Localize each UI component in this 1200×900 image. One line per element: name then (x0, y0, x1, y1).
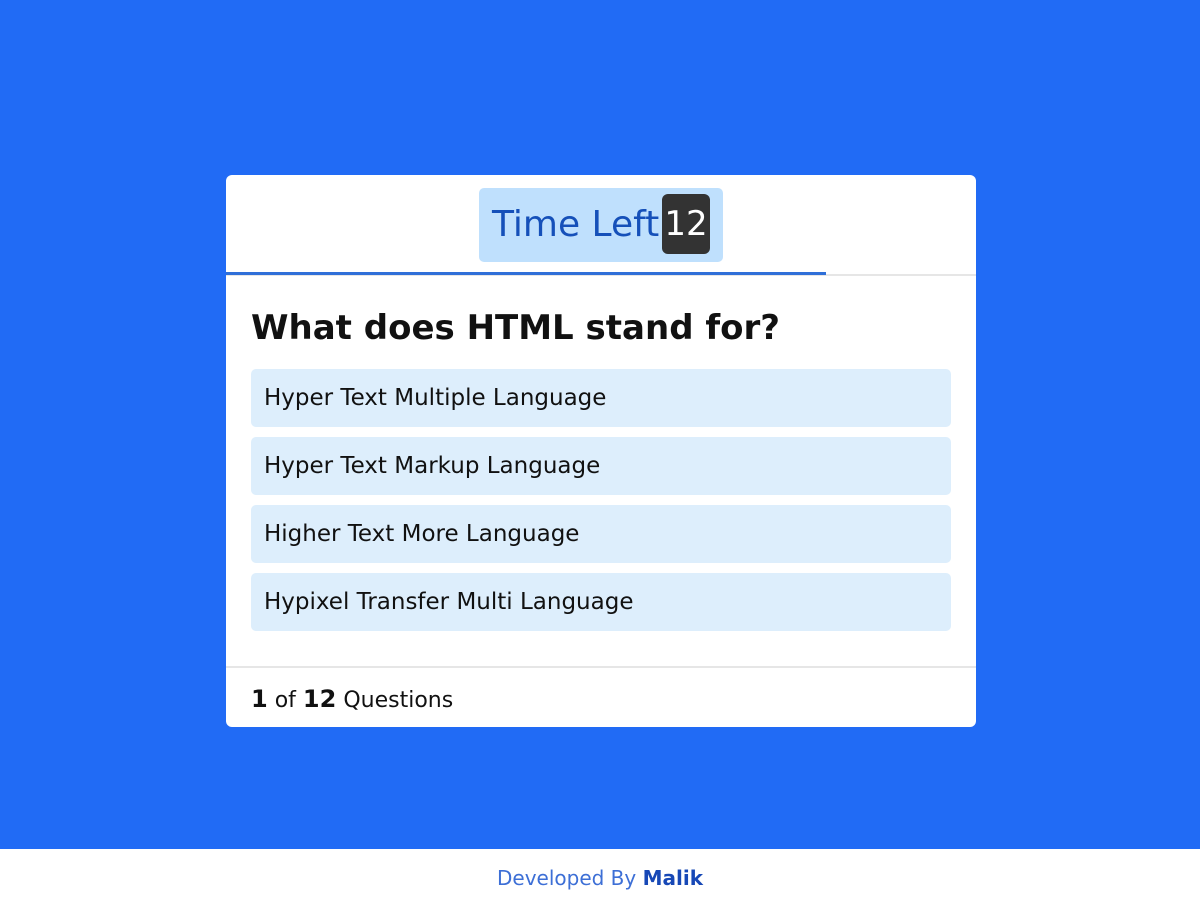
timer-label: Time Left (492, 204, 660, 245)
question-counter: 1 of 12 Questions (251, 685, 453, 715)
time-progress-fill (226, 272, 826, 275)
footer-author: Malik (642, 866, 704, 890)
option-1[interactable]: Hyper Text Multiple Language (251, 369, 951, 427)
quiz-card: Time Left 12 What does HTML stand for? H… (226, 175, 976, 727)
option-2[interactable]: Hyper Text Markup Language (251, 437, 951, 495)
counter-of-text: of (274, 688, 296, 713)
option-list: Hyper Text Multiple Language Hyper Text … (251, 369, 951, 641)
footer-prefix: Developed By (496, 866, 637, 890)
total-question-number: 12 (302, 685, 337, 713)
page-footer: Developed By Malik (0, 849, 1200, 900)
question-title: What does HTML stand for? (251, 308, 781, 348)
card-header: Time Left 12 (226, 175, 976, 276)
option-4[interactable]: Hypixel Transfer Multi Language (251, 573, 951, 631)
timer-count: 12 (662, 194, 710, 254)
counter-suffix: Questions (343, 688, 454, 713)
timer-box: Time Left 12 (479, 188, 723, 262)
option-3[interactable]: Higher Text More Language (251, 505, 951, 563)
main-area: Time Left 12 What does HTML stand for? H… (0, 0, 1200, 849)
card-body: What does HTML stand for? Hyper Text Mul… (251, 305, 951, 631)
card-footer: 1 of 12 Questions (226, 666, 976, 727)
current-question-number: 1 (251, 685, 268, 713)
time-progress-bar (226, 272, 976, 276)
